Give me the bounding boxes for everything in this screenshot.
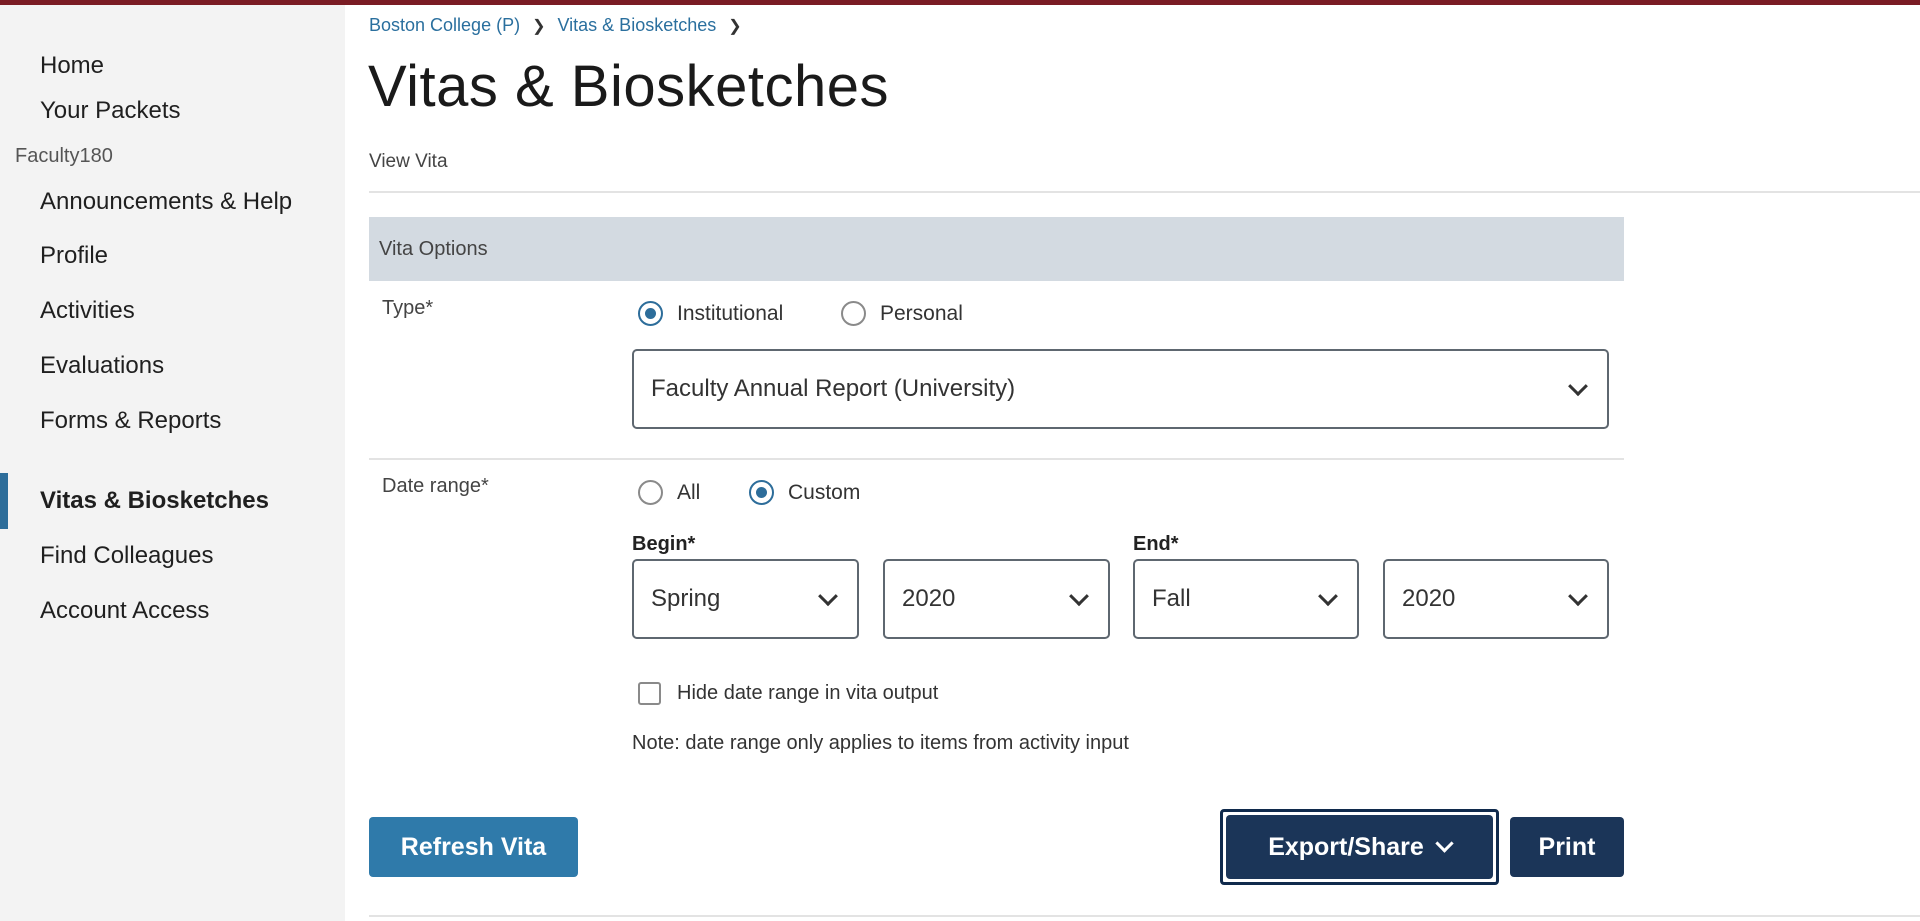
divider xyxy=(369,191,1920,193)
divider xyxy=(369,915,1920,917)
sidebar-group-label: Faculty180 xyxy=(15,145,113,167)
date-range-label: Date range* xyxy=(382,475,489,497)
chevron-down-icon xyxy=(1568,586,1588,607)
end-term-select[interactable]: Fall xyxy=(1133,559,1359,639)
chevron-down-icon xyxy=(1318,586,1338,607)
type-radio-institutional-label: Institutional xyxy=(677,301,784,325)
radio-selected-icon xyxy=(749,480,774,505)
sidebar-item-account-access[interactable]: Account Access xyxy=(40,591,209,631)
type-radio-personal-label: Personal xyxy=(880,301,963,325)
end-term-value: Fall xyxy=(1152,585,1191,612)
date-range-radio-all-label: All xyxy=(677,480,701,504)
sidebar-item-activities[interactable]: Activities xyxy=(40,291,135,331)
vita-template-select-value: Faculty Annual Report (University) xyxy=(651,375,1016,402)
end-year-value: 2020 xyxy=(1402,585,1456,612)
begin-year-select[interactable]: 2020 xyxy=(883,559,1110,639)
date-range-radio-custom-label: Custom xyxy=(788,480,861,504)
export-share-label: Export/Share xyxy=(1268,832,1424,861)
begin-term-select[interactable]: Spring xyxy=(632,559,859,639)
chevron-right-icon: ❯ xyxy=(728,17,742,35)
begin-label: Begin* xyxy=(632,533,696,555)
vita-template-select[interactable]: Faculty Annual Report (University) xyxy=(632,349,1609,429)
date-range-note: Note: date range only applies to items f… xyxy=(632,732,1129,754)
hide-date-range-label: Hide date range in vita output xyxy=(677,682,939,704)
sidebar-item-forms-reports[interactable]: Forms & Reports xyxy=(40,401,221,441)
sidebar-item-announcements-help[interactable]: Announcements & Help xyxy=(40,182,292,222)
chevron-down-icon xyxy=(1069,586,1089,607)
sidebar: Home Your Packets Faculty180 Announcemen… xyxy=(0,5,345,921)
begin-term-value: Spring xyxy=(651,585,721,612)
checkbox-unchecked-icon xyxy=(638,682,661,705)
sidebar-item-your-packets[interactable]: Your Packets xyxy=(40,91,181,131)
chevron-down-icon xyxy=(1435,833,1454,853)
chevron-down-icon xyxy=(818,586,838,607)
sidebar-item-home[interactable]: Home xyxy=(40,46,104,86)
date-range-radio-all[interactable]: All xyxy=(638,480,700,505)
sidebar-item-find-colleagues[interactable]: Find Colleagues xyxy=(40,536,213,576)
export-share-focus-ring: Export/Share xyxy=(1220,809,1499,885)
end-label: End* xyxy=(1133,533,1179,555)
date-range-radio-custom[interactable]: Custom xyxy=(749,480,860,505)
type-label: Type* xyxy=(382,297,434,319)
main-content: Boston College (P) ❯ Vitas & Biosketches… xyxy=(345,5,1920,921)
divider xyxy=(369,458,1624,460)
sidebar-item-profile[interactable]: Profile xyxy=(40,236,108,276)
chevron-right-icon: ❯ xyxy=(532,17,546,35)
vita-options-header: Vita Options xyxy=(369,217,1624,281)
end-year-select[interactable]: 2020 xyxy=(1383,559,1609,639)
radio-unselected-icon xyxy=(841,301,866,326)
radio-selected-icon xyxy=(638,301,663,326)
print-button[interactable]: Print xyxy=(1510,817,1624,877)
type-radio-institutional[interactable]: Institutional xyxy=(638,301,783,326)
chevron-down-icon xyxy=(1568,376,1588,397)
refresh-vita-button[interactable]: Refresh Vita xyxy=(369,817,578,877)
breadcrumb: Boston College (P) ❯ Vitas & Biosketches… xyxy=(369,15,742,36)
sidebar-item-vitas-biosketches[interactable]: Vitas & Biosketches xyxy=(40,481,269,521)
breadcrumb-link-institution[interactable]: Boston College (P) xyxy=(369,15,520,36)
sidebar-item-evaluations[interactable]: Evaluations xyxy=(40,346,164,386)
breadcrumb-link-vitas[interactable]: Vitas & Biosketches xyxy=(557,15,716,36)
page-title: Vitas & Biosketches xyxy=(368,54,890,119)
radio-unselected-icon xyxy=(638,480,663,505)
begin-year-value: 2020 xyxy=(902,585,956,612)
sidebar-active-indicator xyxy=(0,473,8,529)
subnav-view-vita: View Vita xyxy=(369,151,448,172)
type-radio-personal[interactable]: Personal xyxy=(841,301,963,326)
hide-date-range-checkbox[interactable]: Hide date range in vita output xyxy=(638,682,938,705)
export-share-button[interactable]: Export/Share xyxy=(1226,815,1493,879)
